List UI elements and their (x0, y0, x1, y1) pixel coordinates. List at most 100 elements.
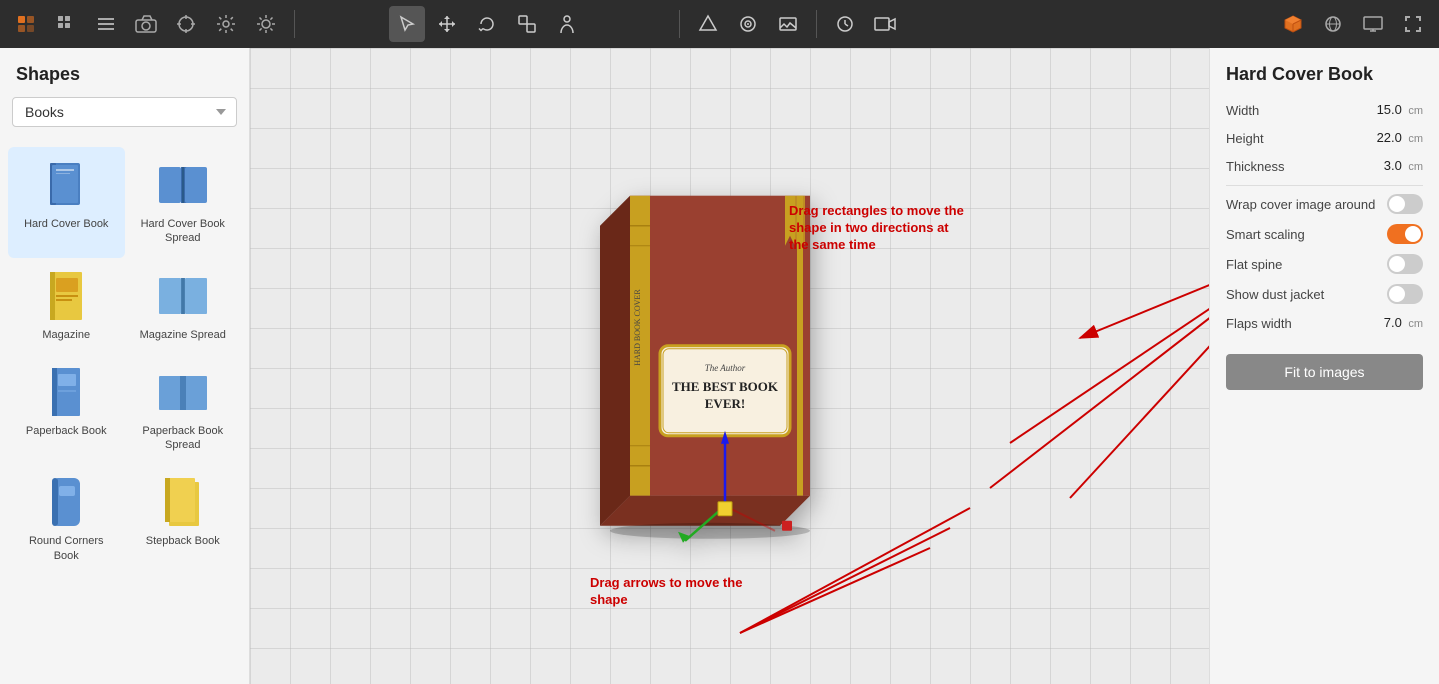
paperback-book-spread-label: Paperback Book Spread (133, 424, 234, 453)
shape-item-magazine[interactable]: Magazine (8, 258, 125, 354)
thickness-unit: cm (1408, 161, 1423, 173)
prop-row-smart-scaling: Smart scaling (1226, 224, 1423, 244)
width-label: Width (1226, 103, 1259, 118)
annotation-drag-rectangles: Drag rectangles to move the shape in two… (789, 203, 969, 254)
annotation-drag-arrows: Drag arrows to move the shape (590, 575, 750, 609)
svg-text:The Author: The Author (704, 363, 745, 373)
tool-group-time (827, 6, 903, 42)
shape-item-hard-cover-book[interactable]: Hard Cover Book (8, 147, 125, 258)
width-value-group: 15.0 cm (1377, 101, 1423, 119)
shape-item-paperback-book[interactable]: Paperback Book (8, 354, 125, 465)
add-button[interactable] (8, 6, 44, 42)
flaps-width-value-group: 7.0 cm (1384, 314, 1423, 332)
divider-3 (816, 10, 817, 38)
main-area: Shapes Books Hard Cover Book (0, 48, 1439, 684)
height-value-group: 22.0 cm (1377, 129, 1423, 147)
thickness-value: 3.0 (1384, 158, 1402, 173)
hard-cover-book-icon (40, 159, 92, 211)
thickness-value-group: 3.0 cm (1384, 157, 1423, 175)
prop-row-dust-jacket: Show dust jacket (1226, 284, 1423, 304)
flaps-width-unit: cm (1408, 318, 1423, 330)
screen-button[interactable] (1355, 6, 1391, 42)
shape-item-hard-cover-book-spread[interactable]: Hard Cover Book Spread (125, 147, 242, 258)
round-corners-book-label: Round Corners Book (16, 534, 117, 563)
shape-item-paperback-book-spread[interactable]: Paperback Book Spread (125, 354, 242, 465)
fullscreen-button[interactable] (1395, 6, 1431, 42)
shape-item-stepback-book[interactable]: Stepback Book (125, 464, 242, 575)
prop-row-height: Height 22.0 cm (1226, 129, 1423, 147)
height-label: Height (1226, 131, 1264, 146)
menu-button[interactable] (88, 6, 124, 42)
magazine-icon (40, 270, 92, 322)
stepback-book-label: Stepback Book (146, 534, 220, 548)
mount-tool-button[interactable] (690, 6, 726, 42)
prop-row-width: Width 15.0 cm (1226, 101, 1423, 119)
clock-button[interactable] (827, 6, 863, 42)
fit-to-images-button[interactable]: Fit to images (1226, 354, 1423, 390)
camera-button[interactable] (128, 6, 164, 42)
scale-tool-button[interactable] (509, 6, 545, 42)
crosshair-button[interactable] (168, 6, 204, 42)
canvas-area[interactable]: The Author THE BEST BOOK EVER! HARD BOOK… (250, 48, 1209, 684)
paperback-book-icon (40, 366, 92, 418)
stepback-book-icon (157, 476, 209, 528)
person-tool-button[interactable] (549, 6, 585, 42)
sidebar-title: Shapes (0, 48, 249, 97)
shape-item-magazine-spread[interactable]: Magazine Spread (125, 258, 242, 354)
divider-2 (679, 10, 680, 38)
height-value: 22.0 (1377, 130, 1402, 145)
prop-row-wrap-cover: Wrap cover image around (1226, 194, 1423, 214)
width-value: 15.0 (1377, 102, 1402, 117)
move-tool-button[interactable] (429, 6, 465, 42)
thickness-label: Thickness (1226, 159, 1285, 174)
paperback-book-spread-icon (157, 366, 209, 418)
wrap-cover-toggle[interactable] (1387, 194, 1423, 214)
shapes-grid: Hard Cover Book Hard Cover Book Spread (0, 139, 249, 583)
box-3d-button[interactable] (1275, 6, 1311, 42)
hard-cover-book-label: Hard Cover Book (24, 217, 108, 231)
tool-group-right (1275, 6, 1431, 42)
round-corners-book-icon (40, 476, 92, 528)
tool-group-transform (305, 6, 669, 42)
magazine-spread-label: Magazine Spread (140, 328, 226, 342)
magazine-label: Magazine (42, 328, 90, 342)
select-tool-button[interactable] (389, 6, 425, 42)
settings-button[interactable] (208, 6, 244, 42)
prop-row-flaps-width: Flaps width 7.0 cm (1226, 314, 1423, 332)
magazine-spread-icon (157, 270, 209, 322)
panel-title: Hard Cover Book (1226, 64, 1423, 85)
hard-cover-book-spread-icon (157, 159, 209, 211)
dust-jacket-label: Show dust jacket (1226, 287, 1324, 302)
category-dropdown[interactable]: Books (12, 97, 237, 127)
grid-button[interactable] (48, 6, 84, 42)
height-unit: cm (1408, 133, 1423, 145)
dust-jacket-toggle[interactable] (1387, 284, 1423, 304)
shapes-sidebar: Shapes Books Hard Cover Book (0, 48, 250, 684)
divider-1 (294, 10, 295, 38)
wrap-cover-label: Wrap cover image around (1226, 197, 1375, 212)
prop-row-flat-spine: Flat spine (1226, 254, 1423, 274)
globe-button[interactable] (1315, 6, 1351, 42)
sun-button[interactable] (248, 6, 284, 42)
hard-cover-book-spread-label: Hard Cover Book Spread (133, 217, 234, 246)
prop-row-thickness: Thickness 3.0 cm (1226, 157, 1423, 175)
svg-text:HARD BOOK COVER: HARD BOOK COVER (633, 289, 642, 366)
flaps-width-value: 7.0 (1384, 315, 1402, 330)
right-panel: Hard Cover Book Width 15.0 cm Height 22.… (1209, 48, 1439, 684)
svg-text:THE BEST BOOK: THE BEST BOOK (672, 379, 779, 394)
flat-spine-toggle[interactable] (1387, 254, 1423, 274)
paperback-book-label: Paperback Book (26, 424, 107, 438)
toolbar (0, 0, 1439, 48)
smart-scaling-label: Smart scaling (1226, 227, 1305, 242)
rotate-tool-button[interactable] (469, 6, 505, 42)
image-tool-button[interactable] (770, 6, 806, 42)
tool-group-scene (690, 6, 806, 42)
video-button[interactable] (867, 6, 903, 42)
divider-props (1226, 185, 1423, 186)
shape-item-round-corners-book[interactable]: Round Corners Book (8, 464, 125, 575)
target-tool-button[interactable] (730, 6, 766, 42)
smart-scaling-toggle[interactable] (1387, 224, 1423, 244)
svg-text:EVER!: EVER! (704, 396, 744, 411)
flat-spine-label: Flat spine (1226, 257, 1282, 272)
flaps-width-label: Flaps width (1226, 316, 1292, 331)
